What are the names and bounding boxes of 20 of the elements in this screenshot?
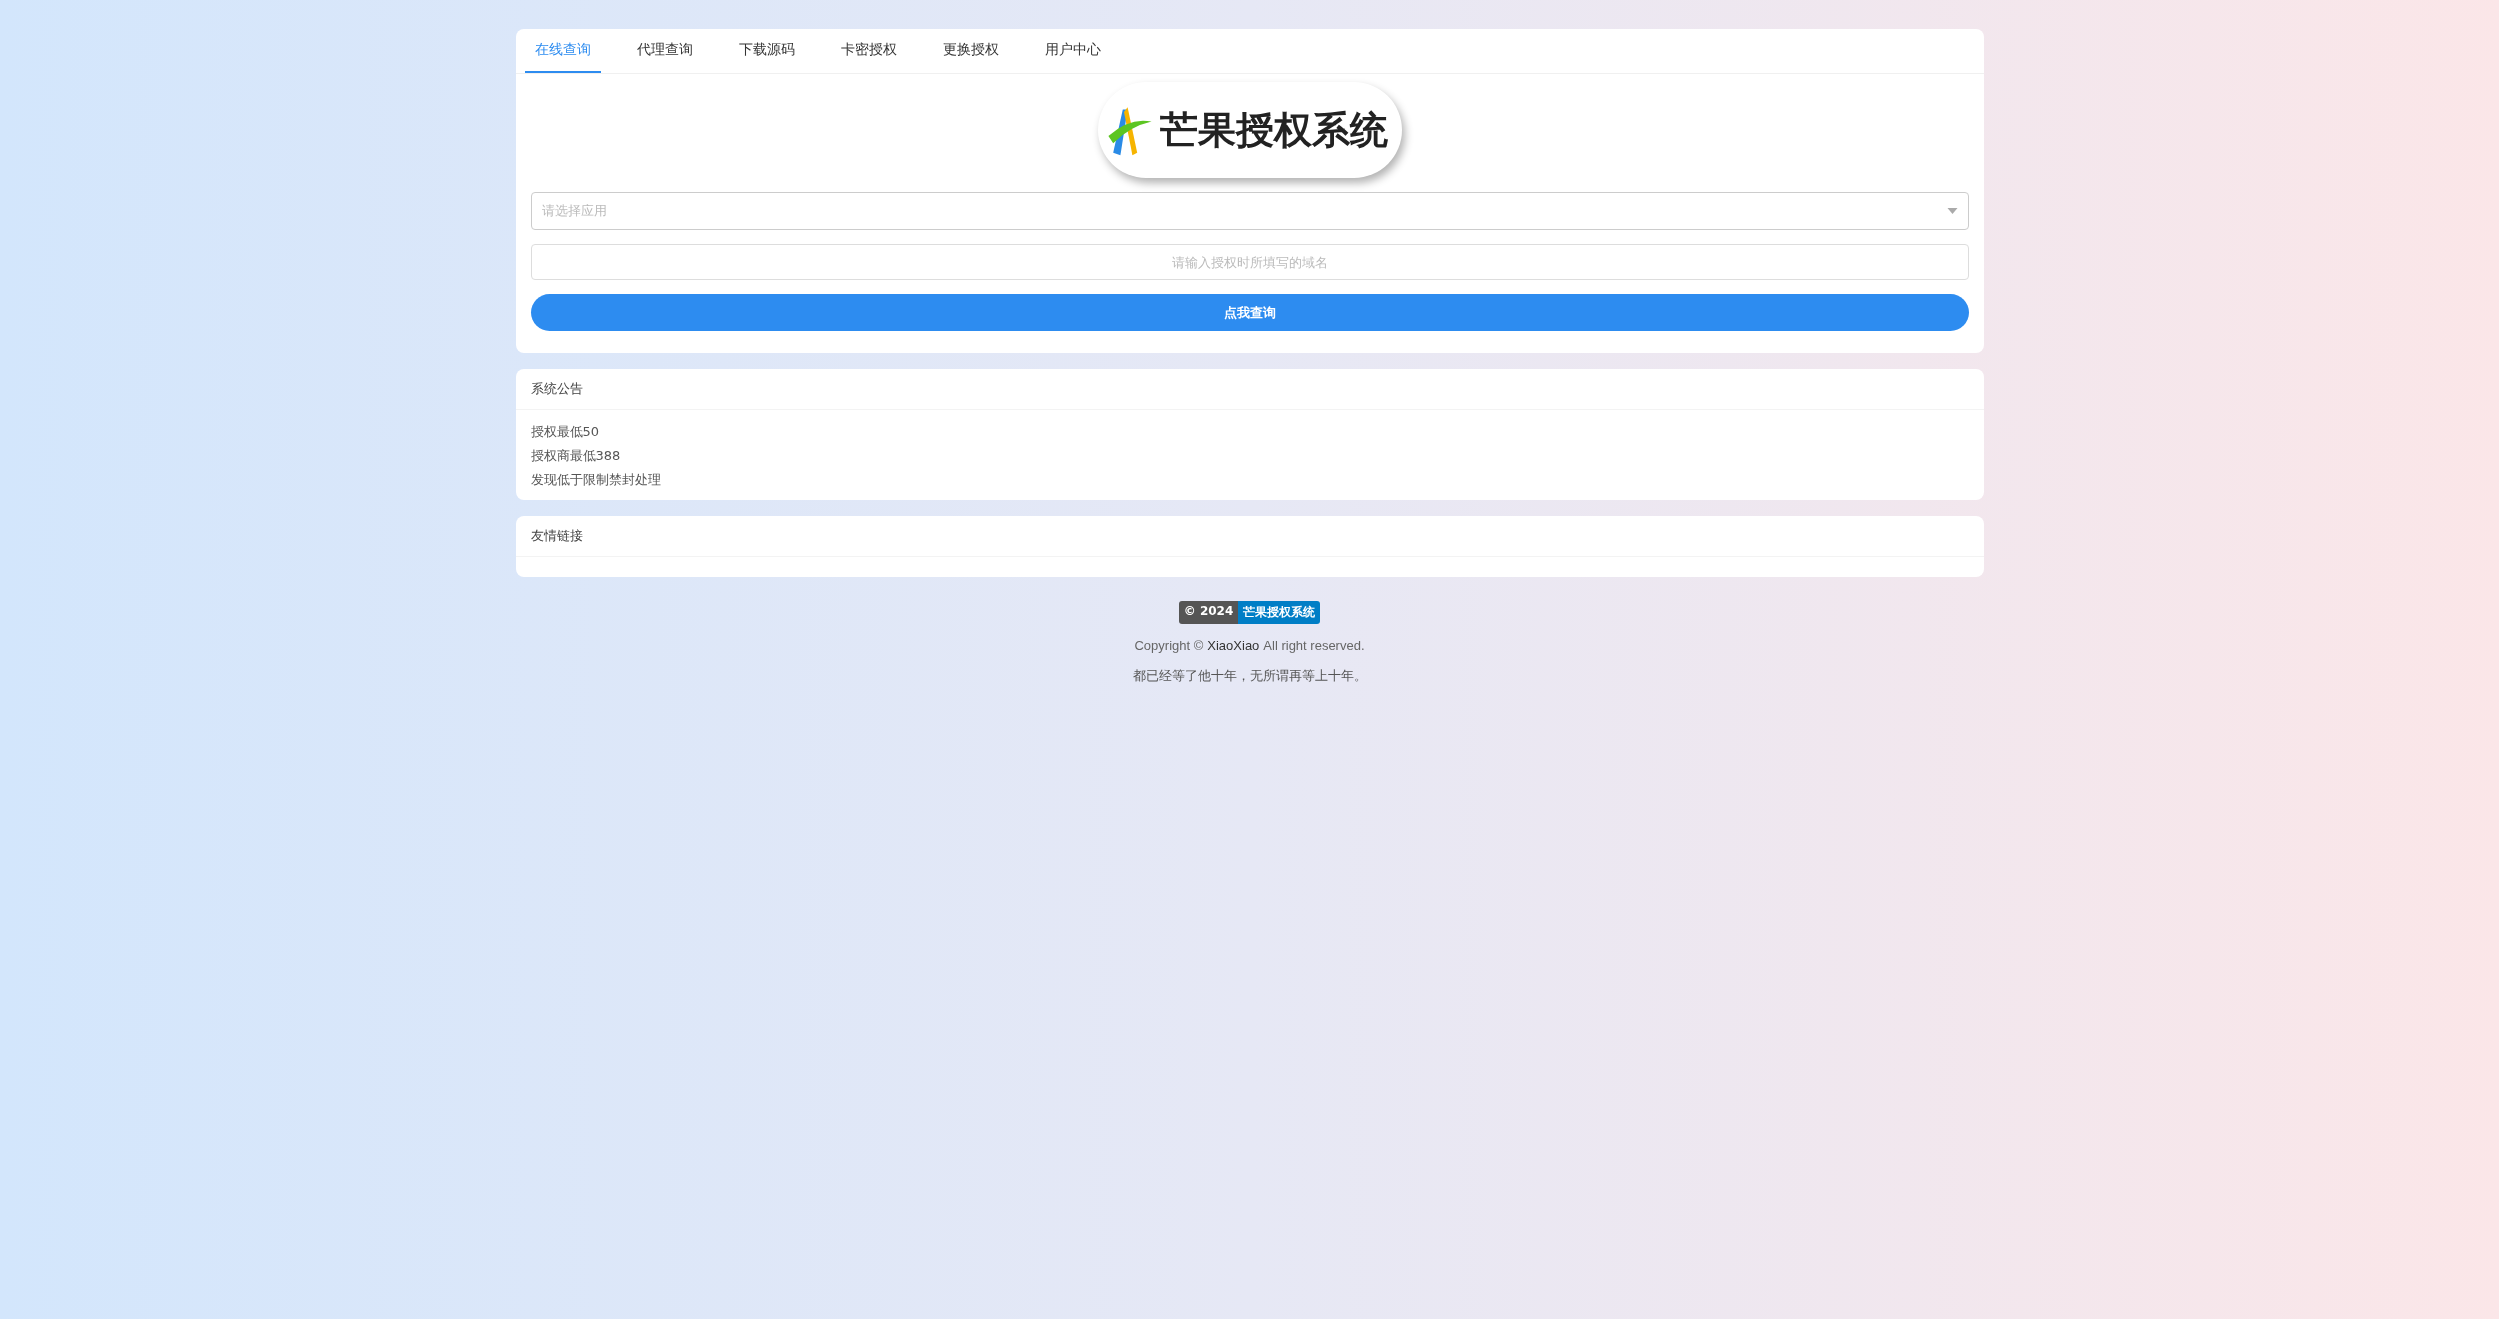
nav-tab[interactable]: 代理查询 [626, 29, 703, 73]
site-badge: 芒果授权系统 [1238, 601, 1321, 624]
domain-input[interactable]: 请输入授权时所填写的域名 [530, 244, 1969, 280]
year-badge: © 2024 [1178, 601, 1239, 624]
card-title: 系统公告 [515, 369, 1984, 410]
nav-tab[interactable]: 更换授权 [932, 29, 1009, 73]
announcement-line: 授权商最低388 [530, 447, 622, 465]
copyright-text: Copyright © [1134, 638, 1204, 653]
announcement-line: 授权最低50 [530, 423, 601, 441]
caret-icon [1946, 208, 1958, 214]
nav-tab[interactable]: 用户中心 [1034, 29, 1111, 73]
card-title: 友情链接 [515, 516, 1984, 557]
author-link[interactable]: XiaoXiao [1207, 638, 1260, 653]
nav-tab[interactable]: 卡密授权 [830, 29, 907, 73]
announcement-line: 发现低于限制禁封处理 [530, 471, 662, 489]
motto-text: 都已经等了他十年，无所谓再等上十年。 [1132, 667, 1367, 685]
copyright-text: All right reserved. [1263, 638, 1365, 653]
nav-tab[interactable]: 在线查询 [524, 29, 601, 73]
logo-text: 芒果授权系统 [1159, 105, 1388, 154]
nav-tab[interactable]: 下载源码 [728, 29, 805, 73]
